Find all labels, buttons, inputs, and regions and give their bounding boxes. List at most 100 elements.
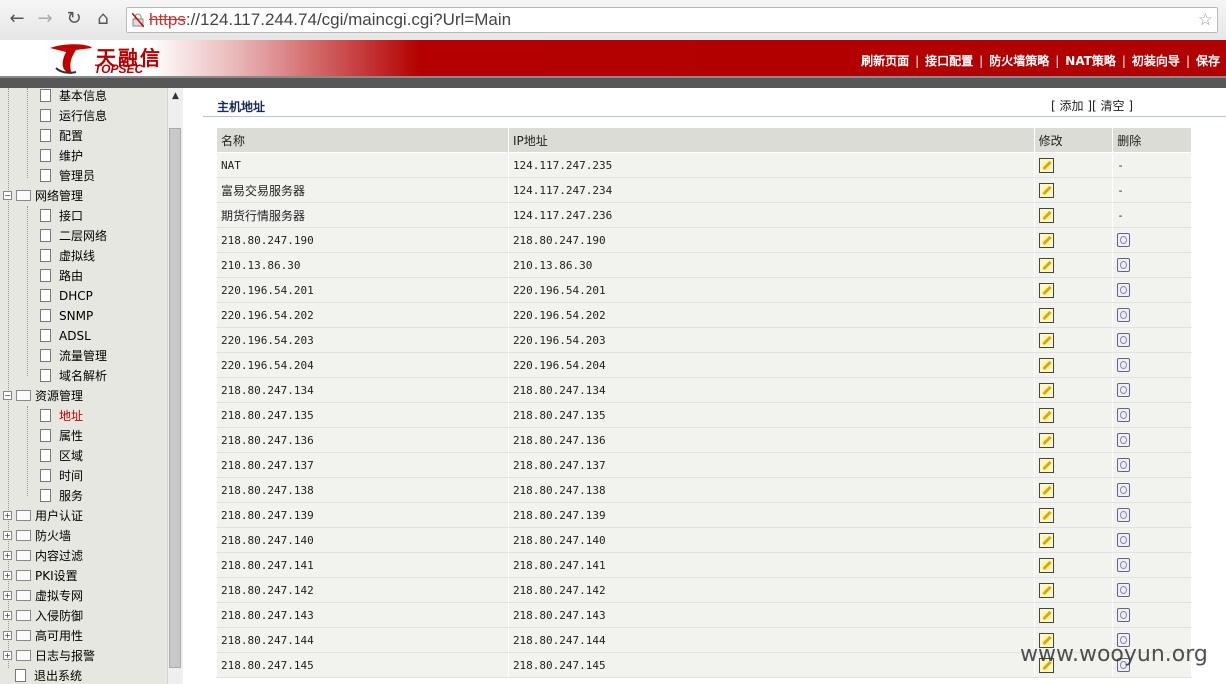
sidebar-item[interactable]: 二层网络 (40, 226, 107, 246)
logo-swoosh-icon (50, 44, 92, 74)
delete-icon[interactable] (1117, 433, 1131, 447)
expand-toggle-icon[interactable]: + (3, 651, 12, 660)
address-bar[interactable]: https://124.117.244.74/cgi/maincgi.cgi?U… (126, 7, 1218, 33)
delete-icon[interactable] (1117, 558, 1131, 572)
delete-icon[interactable] (1117, 308, 1131, 322)
edit-icon[interactable] (1038, 482, 1054, 498)
delete-icon[interactable] (1117, 333, 1131, 347)
edit-icon[interactable] (1038, 282, 1054, 298)
sidebar-item[interactable]: + 虚拟专网 (3, 586, 83, 606)
collapse-toggle-icon[interactable]: − (3, 391, 12, 400)
bracket-text: [ (1051, 99, 1060, 113)
sidebar-item[interactable]: + PKI设置 (3, 566, 78, 586)
menu-nat-policy[interactable]: NAT策略 (1059, 54, 1122, 68)
sidebar-item[interactable]: + 防火墙 (3, 526, 71, 546)
sidebar-item[interactable]: 服务 (40, 486, 83, 506)
edit-icon[interactable] (1038, 157, 1054, 173)
menu-save[interactable]: 保存 (1190, 54, 1226, 68)
sidebar-item[interactable]: + 用户认证 (3, 506, 83, 526)
expand-toggle-icon[interactable]: + (3, 551, 12, 560)
edit-icon[interactable] (1038, 332, 1054, 348)
sidebar-item[interactable]: 域名解析 (40, 366, 107, 386)
delete-icon[interactable] (1117, 483, 1131, 497)
delete-icon[interactable] (1117, 583, 1131, 597)
expand-toggle-icon[interactable]: + (3, 571, 12, 580)
edit-icon[interactable] (1038, 182, 1054, 198)
edit-icon[interactable] (1038, 232, 1054, 248)
sidebar-item[interactable]: + 内容过滤 (3, 546, 83, 566)
delete-icon[interactable] (1117, 458, 1131, 472)
sidebar-scrollbar[interactable]: ▲ (167, 88, 183, 684)
edit-icon[interactable] (1038, 557, 1054, 573)
delete-icon[interactable] (1117, 258, 1131, 272)
edit-icon[interactable] (1038, 582, 1054, 598)
menu-setup-wizard[interactable]: 初装向导 (1126, 54, 1186, 68)
expand-toggle-icon[interactable]: + (3, 591, 12, 600)
edit-icon[interactable] (1038, 257, 1054, 273)
forward-arrow-icon[interactable]: → (34, 8, 56, 30)
sidebar-item[interactable]: 时间 (40, 466, 83, 486)
edit-icon[interactable] (1038, 307, 1054, 323)
edit-icon[interactable] (1038, 382, 1054, 398)
sidebar-item[interactable]: + 入侵防御 (3, 606, 83, 626)
delete-icon[interactable] (1117, 508, 1131, 522)
sidebar-item[interactable]: 管理员 (40, 166, 95, 186)
clear-link[interactable]: 清空 (1101, 99, 1125, 113)
sidebar-item-label: 地址 (59, 409, 84, 423)
edit-icon[interactable] (1038, 532, 1054, 548)
collapse-toggle-icon[interactable]: − (3, 191, 12, 200)
menu-refresh-page[interactable]: 刷新页面 (855, 54, 915, 68)
sidebar-item[interactable]: − 资源管理 (3, 386, 83, 406)
menu-interface-config[interactable]: 接口配置 (919, 54, 979, 68)
edit-icon[interactable] (1038, 357, 1054, 373)
sidebar-item[interactable]: 维护 (40, 146, 83, 166)
sidebar-item[interactable]: − 网络管理 (3, 186, 83, 206)
cell-ip: 218.80.247.137 (507, 452, 1035, 478)
delete-icon[interactable] (1117, 608, 1131, 622)
add-link[interactable]: 添加 (1060, 99, 1084, 113)
edit-icon[interactable] (1038, 507, 1054, 523)
menu-firewall-policy[interactable]: 防火墙策略 (983, 54, 1055, 68)
expand-toggle-icon[interactable]: + (3, 631, 12, 640)
sidebar-item[interactable]: 运行信息 (40, 106, 107, 126)
sidebar-item[interactable]: 区域 (40, 446, 83, 466)
sidebar-item-label: 二层网络 (59, 229, 108, 243)
sidebar-item[interactable]: 地址 (40, 406, 83, 426)
sidebar-item[interactable]: 属性 (40, 426, 83, 446)
reload-icon[interactable]: ↻ (63, 8, 85, 30)
delete-icon[interactable] (1117, 283, 1131, 297)
home-icon[interactable]: ⌂ (92, 8, 114, 30)
edit-icon[interactable] (1038, 432, 1054, 448)
expand-toggle-icon[interactable]: + (3, 611, 12, 620)
sidebar-item[interactable]: 配置 (40, 126, 83, 146)
sidebar-item[interactable]: 虚拟线 (40, 246, 95, 266)
sidebar-item-label: PKI设置 (35, 569, 78, 583)
sidebar-item[interactable]: 接口 (40, 206, 83, 226)
sidebar-item[interactable]: SNMP (40, 306, 93, 326)
host-address-table: 名称 IP地址 修改 删除 NAT 124.117.247.235- 富易交易服务器… (216, 127, 1192, 678)
scroll-thumb[interactable] (169, 128, 181, 668)
sidebar-item[interactable]: 流量管理 (40, 346, 107, 366)
delete-icon[interactable] (1117, 233, 1131, 247)
bookmark-star-icon[interactable]: ☆ (1198, 10, 1213, 30)
sidebar-item[interactable]: 退出系统 (15, 666, 82, 684)
edit-icon[interactable] (1038, 407, 1054, 423)
expand-toggle-icon[interactable]: + (3, 531, 12, 540)
delete-icon[interactable] (1117, 533, 1131, 547)
scroll-up-arrow-icon[interactable]: ▲ (168, 88, 183, 104)
sidebar-item[interactable]: DHCP (40, 286, 93, 306)
sidebar-item[interactable]: + 日志与报警 (3, 646, 95, 666)
delete-icon[interactable] (1117, 358, 1131, 372)
delete-icon[interactable] (1117, 408, 1131, 422)
sidebar-item[interactable]: ADSL (40, 326, 91, 346)
back-arrow-icon[interactable]: ← (6, 8, 28, 30)
sidebar-item-label: 流量管理 (59, 349, 108, 363)
edit-icon[interactable] (1038, 457, 1054, 473)
edit-icon[interactable] (1038, 207, 1054, 223)
sidebar-item[interactable]: + 高可用性 (3, 626, 83, 646)
edit-icon[interactable] (1038, 607, 1054, 623)
sidebar-item[interactable]: 基本信息 (40, 88, 107, 106)
expand-toggle-icon[interactable]: + (3, 511, 12, 520)
delete-icon[interactable] (1117, 383, 1131, 397)
sidebar-item[interactable]: 路由 (40, 266, 83, 286)
